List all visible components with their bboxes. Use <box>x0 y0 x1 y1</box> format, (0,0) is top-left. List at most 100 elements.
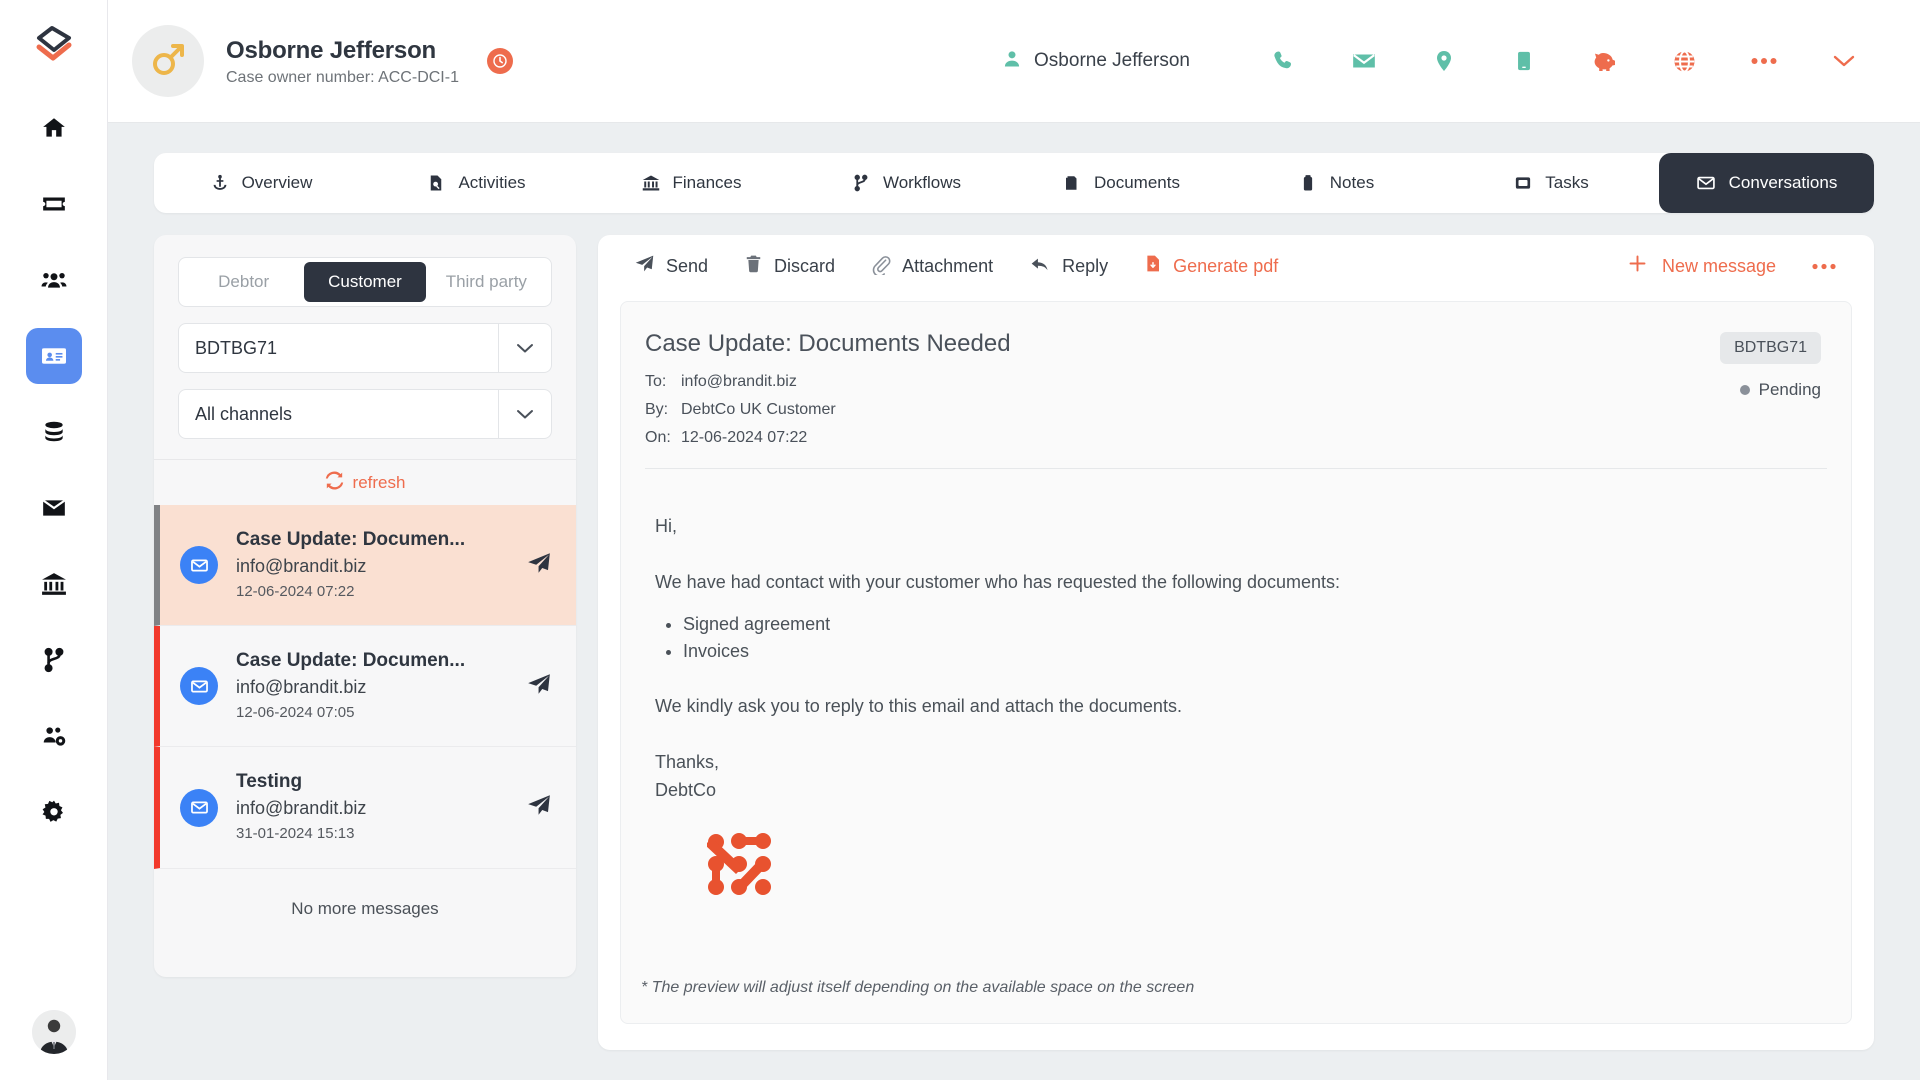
chevron-down-icon[interactable] <box>499 342 551 354</box>
piggy-bank-icon[interactable] <box>1564 33 1644 89</box>
send-button[interactable]: Send <box>616 245 726 287</box>
mobile-phone-icon[interactable] <box>1484 33 1564 89</box>
sidebar-item-workflows[interactable] <box>26 632 82 688</box>
left-sidebar <box>0 0 108 1080</box>
chevron-down-icon[interactable] <box>499 408 551 420</box>
globe-icon[interactable] <box>1644 33 1724 89</box>
segment-debtor[interactable]: Debtor <box>183 262 304 302</box>
body-greeting: Hi, <box>655 516 677 537</box>
meta-value: 12-06-2024 07:22 <box>681 429 808 447</box>
generate-pdf-button[interactable]: Generate pdf <box>1126 245 1296 287</box>
no-more-messages-label: No more messages <box>291 898 439 918</box>
task-icon <box>1514 174 1532 192</box>
message-header-left: Case Update: Documents Needed To: info@b… <box>645 328 1720 452</box>
app-logo[interactable] <box>26 18 82 74</box>
note-icon <box>1299 174 1317 192</box>
segment-customer[interactable]: Customer <box>304 262 426 302</box>
tab-activities[interactable]: Activities <box>369 153 584 213</box>
brandit-nodes-logo <box>705 832 1821 900</box>
status-badge: Pending <box>1739 380 1821 400</box>
sidebar-item-home[interactable] <box>26 100 82 156</box>
sidebar-item-settings[interactable] <box>26 784 82 840</box>
trash-icon <box>744 253 763 279</box>
tab-label: Activities <box>458 173 526 192</box>
message-meta-by: By: DebtCo UK Customer <box>645 396 1720 424</box>
party-segmented-control: Debtor Customer Third party <box>178 257 552 307</box>
reply-arrow-icon <box>1029 254 1051 279</box>
generate-pdf-label: Generate pdf <box>1173 255 1279 276</box>
tab-documents[interactable]: Documents <box>1014 153 1229 213</box>
tab-label: Documents <box>1094 173 1180 192</box>
tab-label: Notes <box>1329 173 1375 192</box>
channel-select[interactable]: All channels <box>178 389 552 439</box>
tab-notes[interactable]: Notes <box>1229 153 1444 213</box>
refresh-button[interactable]: refresh <box>154 459 576 505</box>
envelope-icon <box>180 788 218 827</box>
content-area: Overview Activities Finances Workflows D… <box>108 123 1920 1080</box>
list-item[interactable]: Case Update: Documen... info@brandit.biz… <box>154 505 576 627</box>
tab-label: Overview <box>241 173 313 192</box>
sidebar-item-cases[interactable] <box>25 328 82 384</box>
main-area: Osborne Jefferson Case owner number: ACC… <box>108 0 1920 1080</box>
new-message-button[interactable]: New message <box>1609 245 1794 287</box>
segment-third-party[interactable]: Third party <box>426 262 547 302</box>
message-detail-pane: Send Discard Attachment Reply Generate p… <box>598 235 1874 1050</box>
body-signoff: Thanks, <box>655 752 720 773</box>
tab-finances[interactable]: Finances <box>584 153 799 213</box>
sidebar-item-tickets[interactable] <box>26 176 82 232</box>
header-icon-group <box>1244 33 1884 89</box>
body-bullet-list: Signed agreement Invoices <box>683 611 1821 665</box>
chevron-down-icon[interactable] <box>1804 33 1884 89</box>
header-user[interactable]: Osborne Jefferson <box>1002 49 1190 74</box>
message-meta-on: On: 12-06-2024 07:22 <box>645 424 1720 452</box>
list-item[interactable]: Case Update: Documen... info@brandit.biz… <box>154 626 576 748</box>
team-settings-icon <box>41 723 67 749</box>
tab-overview[interactable]: Overview <box>154 153 369 213</box>
body-sign-name: DebtCo <box>655 779 717 800</box>
sidebar-item-database[interactable] <box>26 404 82 460</box>
case-select[interactable]: BDTBG71 <box>178 323 552 373</box>
clock-badge-icon[interactable] <box>486 48 513 74</box>
send-label: Send <box>666 255 709 276</box>
discard-button[interactable]: Discard <box>726 245 853 287</box>
tab-conversations[interactable]: Conversations <box>1659 153 1874 213</box>
message-title: Case Update: Documents Needed <box>645 330 1011 357</box>
list-item[interactable]: Testing info@brandit.biz 31-01-2024 15:1… <box>154 747 576 869</box>
email-icon[interactable] <box>1324 33 1404 89</box>
ticket-icon <box>41 191 67 217</box>
reference-badge: BDTBG71 <box>1720 332 1821 364</box>
tab-label: Tasks <box>1545 173 1589 192</box>
page-title: Osborne Jefferson <box>226 36 436 64</box>
id-card-icon <box>41 343 67 369</box>
message-subject: Case Update: Documen... <box>236 650 466 672</box>
phone-icon[interactable] <box>1244 33 1324 89</box>
top-header: Osborne Jefferson Case owner number: ACC… <box>108 0 1920 123</box>
paper-plane-icon <box>518 792 552 823</box>
list-item-text: Case Update: Documen... info@brandit.biz… <box>236 648 500 724</box>
message-date: 31-01-2024 15:13 <box>236 825 355 843</box>
sidebar-item-teams[interactable] <box>26 708 82 764</box>
sidebar-item-mail[interactable] <box>26 480 82 536</box>
message-subject: Testing <box>236 771 303 793</box>
envelope-icon <box>41 495 67 521</box>
more-dots-icon[interactable] <box>1724 33 1804 89</box>
sidebar-item-people[interactable] <box>26 252 82 308</box>
gear-icon <box>41 799 67 825</box>
channel-select-value: All channels <box>195 403 293 424</box>
database-icon <box>41 419 67 445</box>
envelope-icon <box>180 667 218 706</box>
tab-tasks[interactable]: Tasks <box>1444 153 1659 213</box>
tab-workflows[interactable]: Workflows <box>799 153 1014 213</box>
sidebar-item-bank[interactable] <box>26 556 82 612</box>
reply-button[interactable]: Reply <box>1011 246 1126 287</box>
message-date: 12-06-2024 07:05 <box>236 703 355 721</box>
user-avatar[interactable] <box>31 1010 76 1054</box>
more-dots-icon[interactable] <box>1794 255 1846 278</box>
home-icon <box>41 115 67 141</box>
attachment-button[interactable]: Attachment <box>853 245 1011 288</box>
location-pin-icon[interactable] <box>1404 33 1484 89</box>
pdf-file-icon <box>1144 253 1162 279</box>
message-header: Case Update: Documents Needed To: info@b… <box>621 302 1851 468</box>
meta-label: On: <box>645 429 671 447</box>
case-tabbar: Overview Activities Finances Workflows D… <box>154 153 1874 213</box>
